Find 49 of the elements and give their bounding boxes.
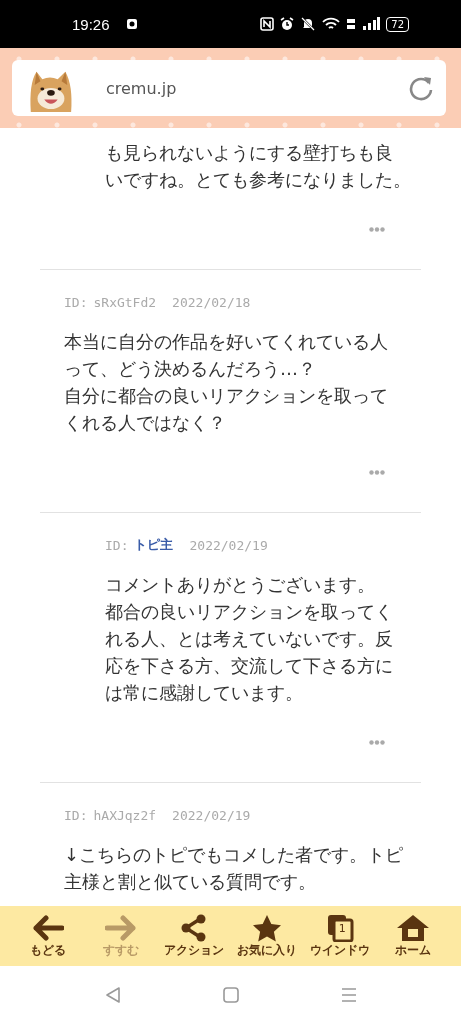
window-count: 1 (338, 921, 346, 935)
comment-text: 主様と割と似ている質問です。 (64, 870, 317, 894)
right-arrow-icon (105, 913, 138, 942)
comment-text: 都合の良いリアクションを取ってく (105, 600, 394, 624)
more-icon[interactable] (369, 739, 385, 745)
house-icon (395, 913, 430, 942)
comment-text: れる人、とは考えていないです。反 (105, 627, 394, 651)
star-icon (250, 913, 283, 942)
toolbar-button[interactable]: ホーム (376, 906, 449, 966)
mute-icon (300, 17, 317, 31)
post-date: 2022/02/19 (189, 537, 268, 553)
comment-text: って、どう決めるんだろう…？ (64, 357, 317, 381)
home-icon[interactable] (221, 986, 240, 1004)
comment-text: 本当に自分の作品を好いてくれている人 (64, 330, 389, 354)
signal-icon (362, 17, 381, 31)
address-bar[interactable]: cremu.jp (12, 60, 446, 116)
toolbar-button[interactable]: もどる (12, 906, 85, 966)
id-label: ID: (105, 537, 129, 553)
comment-text: コメントありがとうございます。 (105, 573, 376, 597)
comment-text: 自分に都合の良いリアクションを取って (64, 384, 389, 408)
toolbar-button[interactable]: お気に入り (230, 906, 304, 966)
nfc-icon (260, 17, 275, 31)
app-notification-icon (125, 18, 138, 30)
post-date: 2022/02/18 (172, 294, 251, 310)
id-label: ID: (64, 294, 88, 310)
user-id: sRxGtFd2 (93, 294, 157, 310)
more-icon[interactable] (369, 226, 385, 232)
wifi-icon (322, 17, 341, 31)
post-date: 2022/02/19 (172, 807, 251, 823)
url-text: cremu.jp (106, 78, 177, 98)
comment-text: くれる人ではなく？ (64, 411, 227, 435)
comment-text: いですね。とても参考になりました。 (105, 168, 412, 192)
comment-text: 応を下さる方、交流して下さる方に (105, 654, 394, 678)
comment-text: も見られないようにする壁打ちも良 (105, 141, 394, 165)
back-icon[interactable] (103, 986, 122, 1004)
alarm-icon (280, 17, 295, 31)
comment-text: ↓こちらのトピでもコメした者です。トピ (64, 843, 405, 867)
left-arrow-icon (32, 913, 65, 942)
id-label: ID: (64, 807, 88, 823)
more-icon[interactable] (369, 469, 385, 475)
refresh-icon[interactable] (408, 75, 434, 101)
clock: 19:26 (72, 15, 110, 33)
comment-text: は常に感謝しています。 (105, 681, 304, 705)
menu-icon[interactable] (339, 986, 358, 1004)
toolbar-button[interactable]: アクション (157, 906, 231, 966)
user-id: トピ主 (134, 536, 174, 554)
battery-indicator: 72 (386, 16, 409, 32)
user-id: hAXJqz2f (93, 807, 157, 823)
toolbar-button[interactable]: 1 ウインドウ (303, 906, 377, 966)
